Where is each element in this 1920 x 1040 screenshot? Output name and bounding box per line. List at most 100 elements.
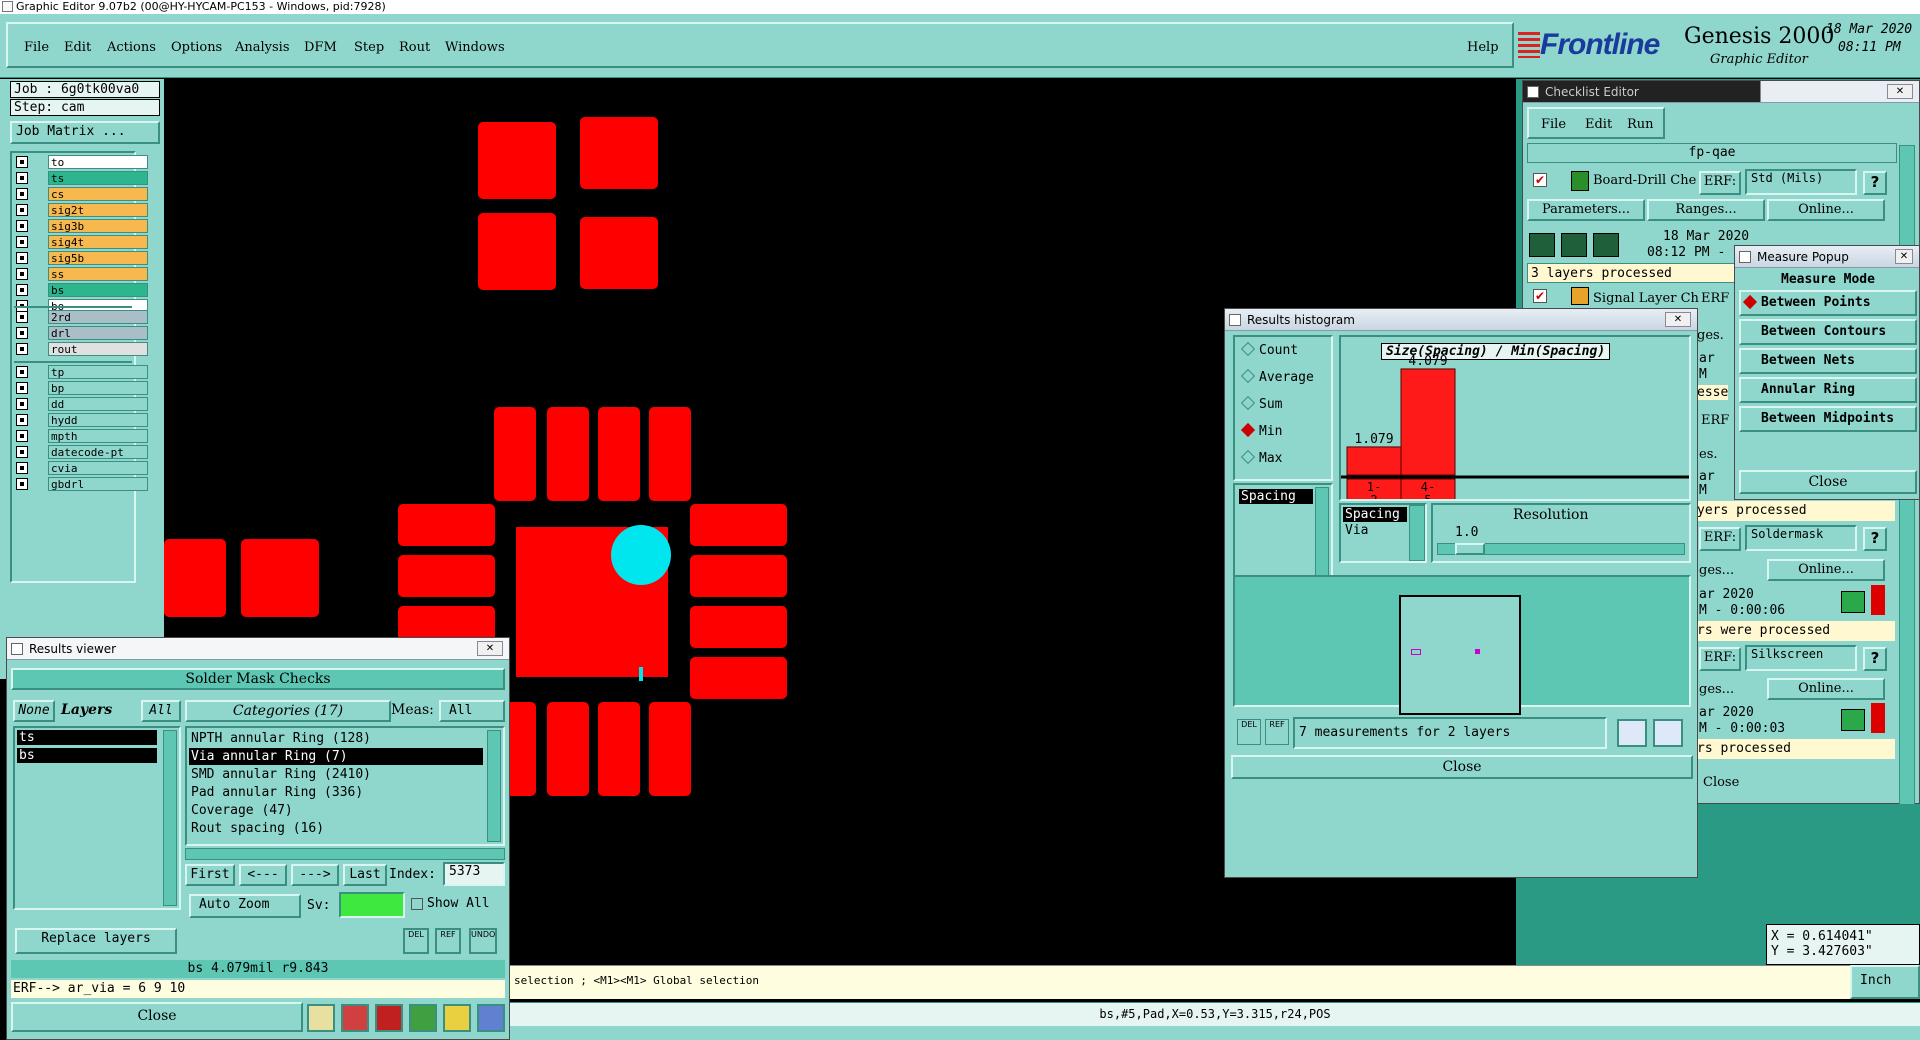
layer-name[interactable]: to	[48, 155, 148, 169]
prev-button[interactable]: <---	[239, 864, 287, 886]
erf-value[interactable]: Std (Mils)	[1745, 169, 1857, 195]
layer-row-cvia[interactable]: cvia	[16, 461, 148, 476]
type-item[interactable]: Via	[1345, 523, 1368, 538]
layer-checkbox[interactable]	[16, 220, 28, 232]
none-button[interactable]: None	[13, 700, 55, 722]
layer-name[interactable]: mpth	[48, 429, 148, 443]
results-close-button[interactable]: Close	[11, 1002, 303, 1032]
show-all-checkbox[interactable]	[411, 898, 423, 910]
layer-row-sig3b[interactable]: sig3b	[16, 219, 148, 234]
layer-row-sig5b[interactable]: sig5b	[16, 251, 148, 266]
category-list[interactable]: NPTH annular Ring (128) Via annular Ring …	[185, 726, 505, 846]
sv-color-select[interactable]	[339, 892, 405, 918]
layer-row-mpth[interactable]: mpth	[16, 429, 148, 444]
checklist-item-name[interactable]: Board-Drill Che	[1593, 173, 1696, 188]
job-matrix-button[interactable]: Job Matrix ...	[10, 121, 160, 144]
layer-row-sig4t[interactable]: sig4t	[16, 235, 148, 250]
menu-help[interactable]: Help	[1467, 40, 1499, 55]
erf-value[interactable]: Silkscreen	[1745, 645, 1857, 671]
menu-windows[interactable]: Windows	[445, 40, 505, 55]
list-item[interactable]: Spacing	[1239, 489, 1313, 504]
histogram-close-button[interactable]: Close	[1231, 755, 1693, 779]
layer-checkbox[interactable]	[16, 156, 28, 168]
online-button[interactable]: Online...	[1767, 678, 1885, 700]
category-item[interactable]: Coverage (47)	[189, 802, 483, 819]
layer-row-bs[interactable]: bs	[16, 283, 148, 298]
option-count[interactable]: Count	[1240, 341, 1298, 358]
layer-row-rout[interactable]: rout	[16, 342, 148, 357]
online-button[interactable]: Online...	[1767, 199, 1885, 221]
type-item[interactable]: Spacing	[1343, 507, 1407, 522]
close-icon[interactable]: ✕	[477, 641, 503, 656]
check-icon[interactable]: ✔	[1533, 173, 1547, 187]
close-icon[interactable]: ✕	[1895, 249, 1913, 264]
online-button[interactable]: Online...	[1767, 559, 1885, 581]
checklist-item-name[interactable]: Signal Layer Ch	[1593, 291, 1699, 306]
type-scrollbar[interactable]	[1409, 505, 1425, 561]
layer-checkbox[interactable]	[16, 343, 28, 355]
layer-row-to[interactable]: to	[16, 155, 148, 170]
layer-row-ts[interactable]: ts	[16, 171, 148, 186]
menu-file[interactable]: File	[24, 40, 49, 55]
run-icon[interactable]	[1529, 233, 1555, 257]
measure-mode-between-nets[interactable]: Between Nets	[1739, 348, 1917, 374]
layer-checkbox[interactable]	[16, 268, 28, 280]
ref-icon[interactable]: REF	[435, 928, 461, 954]
type-list[interactable]: Spacing Via	[1339, 503, 1427, 563]
del-icon[interactable]: DEL	[1237, 719, 1261, 745]
erf-button[interactable]: ERF:	[1699, 647, 1741, 671]
layer-checkbox[interactable]	[16, 172, 28, 184]
undo-icon[interactable]: UNDO	[469, 928, 497, 954]
toolbar-icon[interactable]	[409, 1004, 437, 1032]
category-item[interactable]: NPTH annular Ring (128)	[189, 730, 483, 747]
layer-name[interactable]: gbdrl	[48, 477, 148, 491]
layer-checkbox[interactable]	[16, 236, 28, 248]
toolbar-icon[interactable]	[375, 1004, 403, 1032]
layer-name[interactable]: hydd	[48, 413, 148, 427]
histogram-bar[interactable]	[1346, 446, 1402, 476]
layer-checkbox[interactable]	[16, 478, 28, 490]
ref-icon[interactable]: REF	[1265, 719, 1289, 745]
layer-checkbox[interactable]	[16, 398, 28, 410]
close-icon[interactable]: ✕	[1887, 84, 1913, 99]
layer-row-datecode-pt[interactable]: datecode-pt	[16, 445, 148, 460]
layer-row-tp[interactable]: tp	[16, 365, 148, 380]
help-button[interactable]: ?	[1863, 527, 1887, 551]
categories-button[interactable]: Categories (17)	[185, 700, 391, 722]
category-scrollbar[interactable]	[487, 730, 501, 842]
option-max[interactable]: Max	[1240, 449, 1282, 466]
layer-item-bs[interactable]: bs	[17, 748, 157, 763]
layer-row-drl[interactable]: drl	[16, 326, 148, 341]
meas-select[interactable]: All	[439, 700, 505, 722]
run-icon[interactable]	[1561, 233, 1587, 257]
checklist-menu-run[interactable]: Run	[1627, 117, 1654, 132]
layer-row-ss[interactable]: ss	[16, 267, 148, 282]
measure-mode-between-midpoints[interactable]: Between Midpoints	[1739, 406, 1917, 432]
close-icon[interactable]: ✕	[1665, 312, 1691, 327]
layer-checkbox[interactable]	[16, 382, 28, 394]
export-icon[interactable]	[1617, 719, 1647, 747]
menu-analysis[interactable]: Analysis	[235, 40, 290, 55]
category-item[interactable]: Pad annular Ring (336)	[189, 784, 483, 801]
layer-checkbox[interactable]	[16, 446, 28, 458]
layer-name[interactable]: datecode-pt	[48, 445, 148, 459]
category-item[interactable]: Via annular Ring (7)	[189, 748, 483, 765]
first-button[interactable]: First	[185, 864, 235, 886]
checklist-close-button[interactable]: Close	[1703, 775, 1739, 790]
resolution-slider-thumb[interactable]	[1455, 543, 1485, 555]
menu-actions[interactable]: Actions	[107, 40, 156, 55]
layer-name[interactable]: ss	[48, 267, 148, 281]
erf-button[interactable]: ERF:	[1699, 527, 1741, 551]
last-button[interactable]: Last	[343, 864, 387, 886]
layer-checkbox[interactable]	[16, 414, 28, 426]
layer-name[interactable]: cs	[48, 187, 148, 201]
menu-options[interactable]: Options	[171, 40, 222, 55]
checklist-menu-file[interactable]: File	[1541, 117, 1566, 132]
checklist-menu-edit[interactable]: Edit	[1585, 117, 1612, 132]
layer-row-2rd[interactable]: 2rd	[16, 310, 148, 325]
option-average[interactable]: Average	[1240, 368, 1314, 385]
zoom-icon[interactable]	[1841, 709, 1865, 731]
layer-name[interactable]: bp	[48, 381, 148, 395]
parameters-button[interactable]: Parameters...	[1527, 199, 1645, 221]
layer-name[interactable]: bs	[48, 283, 148, 297]
